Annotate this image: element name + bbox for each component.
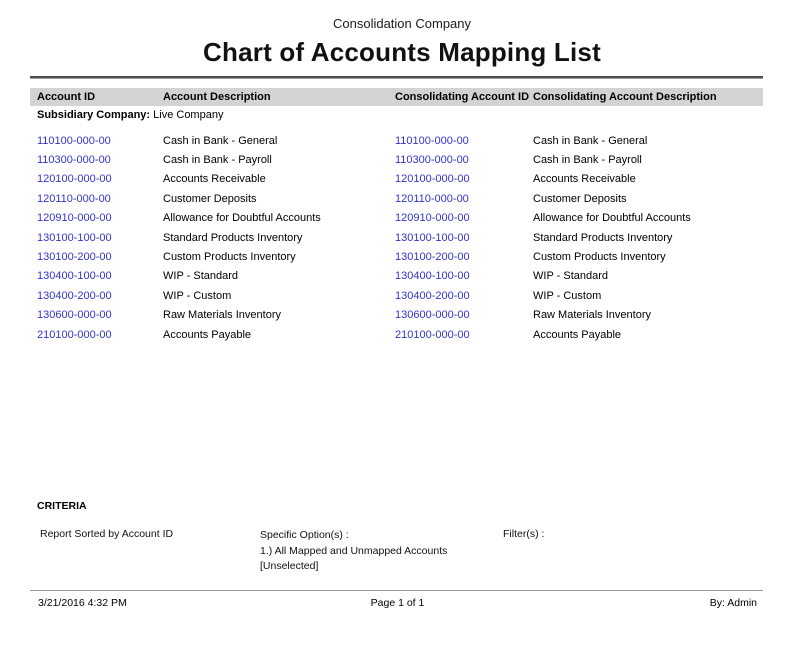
account-id-link[interactable]: 130600-000-00 bbox=[37, 309, 163, 321]
account-description: Cash in Bank - Payroll bbox=[163, 154, 395, 166]
consolidating-account-id-link[interactable]: 130600-000-00 bbox=[395, 309, 533, 321]
account-description: Standard Products Inventory bbox=[163, 232, 395, 244]
table-row: 130400-100-00 WIP - Standard 130400-100-… bbox=[30, 267, 763, 286]
consolidating-account-description: WIP - Standard bbox=[533, 270, 763, 282]
consolidating-account-description: Accounts Payable bbox=[533, 329, 763, 341]
column-header-consolidating-account-description: Consolidating Account Description bbox=[533, 91, 763, 103]
account-id-link[interactable]: 130400-200-00 bbox=[37, 290, 163, 302]
specific-option-2: [Unselected] bbox=[260, 559, 447, 575]
consolidating-account-description: Customer Deposits bbox=[533, 193, 763, 205]
consolidating-account-description: Allowance for Doubtful Accounts bbox=[533, 212, 763, 224]
account-description: Accounts Payable bbox=[163, 329, 395, 341]
criteria-heading: CRITERIA bbox=[37, 500, 87, 512]
table-row: 110300-000-00 Cash in Bank - Payroll 110… bbox=[30, 150, 763, 169]
consolidating-account-id-link[interactable]: 130100-100-00 bbox=[395, 232, 533, 244]
report-footer: 3/21/2016 4:32 PM Page 1 of 1 By: Admin bbox=[30, 597, 763, 609]
table-row: 130400-200-00 WIP - Custom 130400-200-00… bbox=[30, 286, 763, 305]
table-row: 120100-000-00 Accounts Receivable 120100… bbox=[30, 170, 763, 189]
specific-option-1: 1.) All Mapped and Unmapped Accounts bbox=[260, 544, 447, 560]
account-id-link[interactable]: 130100-100-00 bbox=[37, 232, 163, 244]
table-row: 120910-000-00 Allowance for Doubtful Acc… bbox=[30, 209, 763, 228]
account-description: Allowance for Doubtful Accounts bbox=[163, 212, 395, 224]
footer-user: By: Admin bbox=[517, 597, 763, 609]
account-description: WIP - Standard bbox=[163, 270, 395, 282]
account-description: Custom Products Inventory bbox=[163, 251, 395, 263]
column-header-consolidating-account-id: Consolidating Account ID bbox=[395, 91, 533, 103]
table-row: 120110-000-00 Customer Deposits 120110-0… bbox=[30, 189, 763, 208]
consolidating-account-id-link[interactable]: 110300-000-00 bbox=[395, 154, 533, 166]
footer-divider bbox=[30, 590, 763, 591]
account-description: Customer Deposits bbox=[163, 193, 395, 205]
consolidating-account-id-link[interactable]: 120100-000-00 bbox=[395, 173, 533, 185]
table-body: 110100-000-00 Cash in Bank - General 110… bbox=[30, 131, 763, 344]
consolidating-account-id-link[interactable]: 130400-200-00 bbox=[395, 290, 533, 302]
criteria-filters-label: Filter(s) : bbox=[503, 528, 544, 540]
table-row: 130100-100-00 Standard Products Inventor… bbox=[30, 228, 763, 247]
footer-page-number: Page 1 of 1 bbox=[278, 597, 518, 609]
consolidating-account-description: Raw Materials Inventory bbox=[533, 309, 763, 321]
consolidating-account-description: WIP - Custom bbox=[533, 290, 763, 302]
account-description: Accounts Receivable bbox=[163, 173, 395, 185]
consolidating-account-id-link[interactable]: 120110-000-00 bbox=[395, 193, 533, 205]
consolidating-account-description: Custom Products Inventory bbox=[533, 251, 763, 263]
report-title: Chart of Accounts Mapping List bbox=[0, 37, 804, 68]
consolidating-account-description: Standard Products Inventory bbox=[533, 232, 763, 244]
subsidiary-company-value: Live Company bbox=[150, 109, 223, 121]
account-id-link[interactable]: 130100-200-00 bbox=[37, 251, 163, 263]
company-name: Consolidation Company bbox=[0, 16, 804, 31]
consolidating-account-id-link[interactable]: 130100-200-00 bbox=[395, 251, 533, 263]
consolidating-account-description: Cash in Bank - Payroll bbox=[533, 154, 763, 166]
table-row: 130600-000-00 Raw Materials Inventory 13… bbox=[30, 306, 763, 325]
account-id-link[interactable]: 120100-000-00 bbox=[37, 173, 163, 185]
account-description: Cash in Bank - General bbox=[163, 135, 395, 147]
criteria-sort-text: Report Sorted by Account ID bbox=[40, 528, 173, 540]
criteria-specific-options: Specific Option(s) : 1.) All Mapped and … bbox=[260, 528, 447, 575]
account-description: WIP - Custom bbox=[163, 290, 395, 302]
account-id-link[interactable]: 120910-000-00 bbox=[37, 212, 163, 224]
consolidating-account-id-link[interactable]: 120910-000-00 bbox=[395, 212, 533, 224]
consolidating-account-description: Cash in Bank - General bbox=[533, 135, 763, 147]
account-id-link[interactable]: 210100-000-00 bbox=[37, 329, 163, 341]
consolidating-account-id-link[interactable]: 130400-100-00 bbox=[395, 270, 533, 282]
column-header-account-id: Account ID bbox=[37, 91, 163, 103]
account-id-link[interactable]: 110300-000-00 bbox=[37, 154, 163, 166]
table-header-row: Account ID Account Description Consolida… bbox=[30, 88, 763, 106]
subsidiary-company-row: Subsidiary Company: Live Company bbox=[37, 109, 223, 121]
consolidating-account-id-link[interactable]: 110100-000-00 bbox=[395, 135, 533, 147]
table-row: 210100-000-00 Accounts Payable 210100-00… bbox=[30, 325, 763, 344]
report-page: Consolidation Company Chart of Accounts … bbox=[0, 0, 804, 672]
footer-datetime: 3/21/2016 4:32 PM bbox=[30, 597, 278, 609]
account-id-link[interactable]: 130400-100-00 bbox=[37, 270, 163, 282]
account-id-link[interactable]: 110100-000-00 bbox=[37, 135, 163, 147]
table-row: 130100-200-00 Custom Products Inventory … bbox=[30, 247, 763, 266]
subsidiary-company-label: Subsidiary Company: bbox=[37, 109, 150, 121]
account-id-link[interactable]: 120110-000-00 bbox=[37, 193, 163, 205]
table-row: 110100-000-00 Cash in Bank - General 110… bbox=[30, 131, 763, 150]
column-header-account-description: Account Description bbox=[163, 91, 395, 103]
title-divider bbox=[30, 76, 763, 79]
account-description: Raw Materials Inventory bbox=[163, 309, 395, 321]
consolidating-account-id-link[interactable]: 210100-000-00 bbox=[395, 329, 533, 341]
consolidating-account-description: Accounts Receivable bbox=[533, 173, 763, 185]
specific-options-label: Specific Option(s) : bbox=[260, 528, 447, 544]
